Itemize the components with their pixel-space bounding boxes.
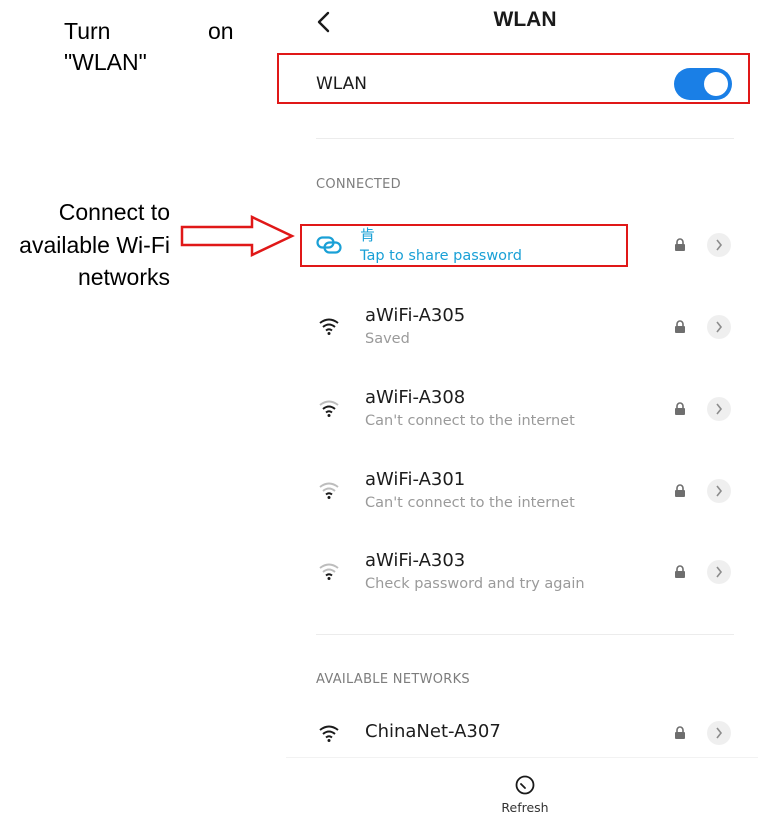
network-details-button[interactable] — [707, 233, 731, 257]
refresh-icon — [515, 775, 535, 795]
link-icon — [316, 236, 342, 254]
annotation-connect-line2: available Wi-Fi — [19, 232, 170, 258]
refresh-button[interactable]: Refresh — [490, 770, 560, 820]
network-status: Saved — [365, 331, 410, 347]
annotation-turn-on-word2: on — [208, 18, 234, 44]
network-list-item[interactable]: ChinaNet-A307 — [316, 719, 736, 749]
network-details-button[interactable] — [707, 397, 731, 421]
lock-icon — [675, 402, 685, 415]
network-name: aWiFi-A308 — [365, 387, 466, 408]
connected-network-row[interactable]: 肯 Tap to share password — [300, 224, 738, 267]
chevron-right-icon — [716, 727, 723, 739]
wifi-icon — [319, 400, 339, 417]
network-list-item[interactable]: aWiFi-A305 Saved — [316, 305, 736, 351]
wifi-icon — [319, 725, 339, 742]
network-name: aWiFi-A305 — [365, 305, 466, 326]
lock-icon — [675, 320, 685, 333]
network-status: Can't connect to the internet — [365, 495, 575, 511]
refresh-label: Refresh — [501, 800, 549, 815]
network-details-button[interactable] — [707, 721, 731, 745]
lock-icon — [675, 726, 685, 739]
chevron-right-icon — [716, 321, 723, 333]
chevron-right-icon — [716, 566, 723, 578]
network-list-item[interactable]: aWiFi-A308 Can't connect to the internet — [316, 387, 736, 433]
divider — [316, 138, 734, 139]
back-button[interactable] — [316, 11, 332, 33]
connected-network-subtitle: Tap to share password — [360, 248, 522, 264]
network-details-button[interactable] — [707, 479, 731, 503]
network-list-item[interactable]: aWiFi-A303 Check password and try again — [316, 550, 736, 596]
annotation-connect-line1: Connect to — [58, 199, 170, 225]
wlan-toggle-switch[interactable] — [674, 68, 732, 100]
chevron-right-icon — [716, 239, 723, 251]
network-details-button[interactable] — [707, 315, 731, 339]
connected-network-name: 肯 — [360, 226, 376, 244]
wifi-icon — [319, 482, 339, 499]
network-name: aWiFi-A303 — [365, 550, 466, 571]
toggle-knob — [704, 72, 728, 96]
network-status: Check password and try again — [365, 576, 585, 592]
network-list-item[interactable]: aWiFi-A301 Can't connect to the internet — [316, 469, 736, 515]
wifi-icon — [319, 563, 339, 580]
network-details-button[interactable] — [707, 560, 731, 584]
lock-icon — [675, 565, 685, 578]
section-heading-available: AVAILABLE NETWORKS — [316, 672, 470, 687]
network-name: ChinaNet-A307 — [365, 721, 501, 742]
network-status: Can't connect to the internet — [365, 413, 575, 429]
divider — [316, 634, 734, 635]
chevron-right-icon — [716, 485, 723, 497]
wlan-toggle-label: WLAN — [316, 74, 368, 94]
network-name: aWiFi-A301 — [365, 469, 466, 490]
page-title: WLAN — [493, 8, 557, 31]
annotation-connect-line3: networks — [77, 264, 170, 290]
wifi-icon — [319, 318, 339, 335]
annotation-turn-on-word1: Turn — [64, 18, 111, 44]
section-heading-connected: CONNECTED — [316, 177, 401, 192]
annotation-turn-on-wlan: "WLAN" — [64, 49, 147, 75]
lock-icon — [675, 484, 685, 497]
chevron-right-icon — [716, 403, 723, 415]
arrow-right-icon — [180, 215, 295, 257]
lock-icon — [675, 238, 685, 251]
bottom-bar-divider — [286, 757, 758, 758]
